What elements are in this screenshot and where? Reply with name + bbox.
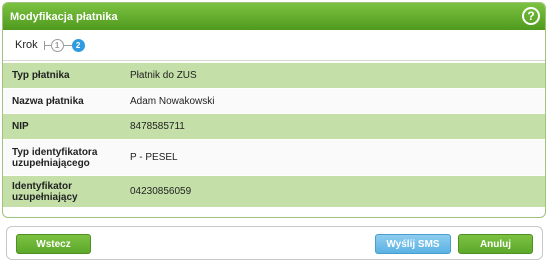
back-button[interactable]: Wstecz [16, 234, 91, 254]
field-row-nip: NIP 8478585711 [3, 114, 545, 140]
cancel-button[interactable]: Anuluj [458, 234, 533, 254]
field-value: 8478585711 [130, 121, 185, 132]
field-row-id-type: Typ identyfikatora uzupełniającego P - P… [3, 140, 545, 176]
payer-modification-dialog: Modyfikacja płatnika ? Krok 1 2 Typ płat… [2, 2, 546, 218]
step-2-indicator: 2 [71, 38, 85, 52]
send-sms-button[interactable]: Wyślij SMS [375, 234, 451, 254]
field-value: Adam Nowakowski [130, 95, 215, 107]
payer-details: Typ płatnika Płatnik do ZUS Nazwa płatni… [3, 63, 545, 208]
field-row-payer-name: Nazwa płatnika Adam Nowakowski [3, 89, 545, 114]
help-icon[interactable]: ? [522, 7, 540, 25]
field-row-payer-type: Typ płatnika Płatnik do ZUS [3, 63, 545, 89]
step-indicator: Krok 1 2 [3, 30, 545, 61]
field-label: NIP [12, 121, 29, 132]
field-value: 04230856059 [130, 186, 192, 197]
field-label: Typ płatnika [12, 70, 70, 81]
field-label: Typ identyfikatora uzupełniającego [12, 146, 98, 169]
field-label: Nazwa płatnika [12, 95, 84, 107]
field-value: P - PESEL [130, 152, 178, 163]
step-label: Krok [15, 39, 38, 51]
dialog-footer: Wstecz Wyślij SMS Anuluj [6, 226, 543, 260]
field-row-id-number: Identyfikator uzupełniający 04230856059 [3, 176, 545, 208]
step-connector [63, 44, 72, 46]
step-1-indicator: 1 [50, 38, 64, 52]
field-value: Płatnik do ZUS [130, 70, 197, 81]
dialog-title: Modyfikacja płatnika [10, 10, 118, 23]
field-label: Identyfikator uzupełniający [12, 180, 78, 203]
step-connector [44, 44, 51, 46]
dialog-titlebar: Modyfikacja płatnika ? [3, 3, 545, 30]
